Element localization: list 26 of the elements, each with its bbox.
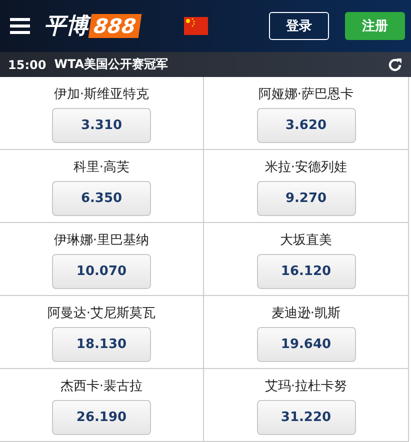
odds-button[interactable]: 31.220 [256,400,356,435]
player-name: 杰西卡·裴古拉 [60,378,143,395]
odds-button[interactable]: 3.310 [52,108,151,143]
refresh-icon[interactable] [387,56,403,72]
player-name: 大坂直美 [280,232,332,249]
player-name: 米拉·安德列娃 [264,159,348,176]
player-name: 科里·高芙 [73,159,130,176]
odds-button[interactable]: 3.620 [256,108,356,143]
event-time: 15:00 [8,58,46,72]
player-name: 阿曼达·艾尼斯莫瓦 [47,305,156,322]
player-name: 伊琳娜·里巴基纳 [54,232,150,249]
odds-button[interactable]: 6.350 [52,181,151,216]
player-name: 艾玛·拉杜卡努 [264,378,348,395]
login-button[interactable]: 登录 [269,12,329,40]
odds-button[interactable]: 18.130 [52,327,151,362]
odds-button[interactable]: 10.070 [52,254,151,289]
odds-button[interactable]: 26.190 [52,400,151,435]
odds-button[interactable]: 16.120 [256,254,356,289]
player-name: 伊加·斯维亚特克 [54,86,150,103]
odds-button[interactable]: 9.270 [256,181,356,216]
menu-icon[interactable] [10,18,30,34]
event-title: WTA美国公开赛冠军 [54,56,168,73]
player-name: 麦迪逊·凯斯 [271,305,341,322]
flag-icon[interactable] [184,17,208,35]
player-name: 阿娅娜·萨巴恩卡 [258,86,354,103]
odds-button[interactable]: 19.640 [256,327,356,362]
